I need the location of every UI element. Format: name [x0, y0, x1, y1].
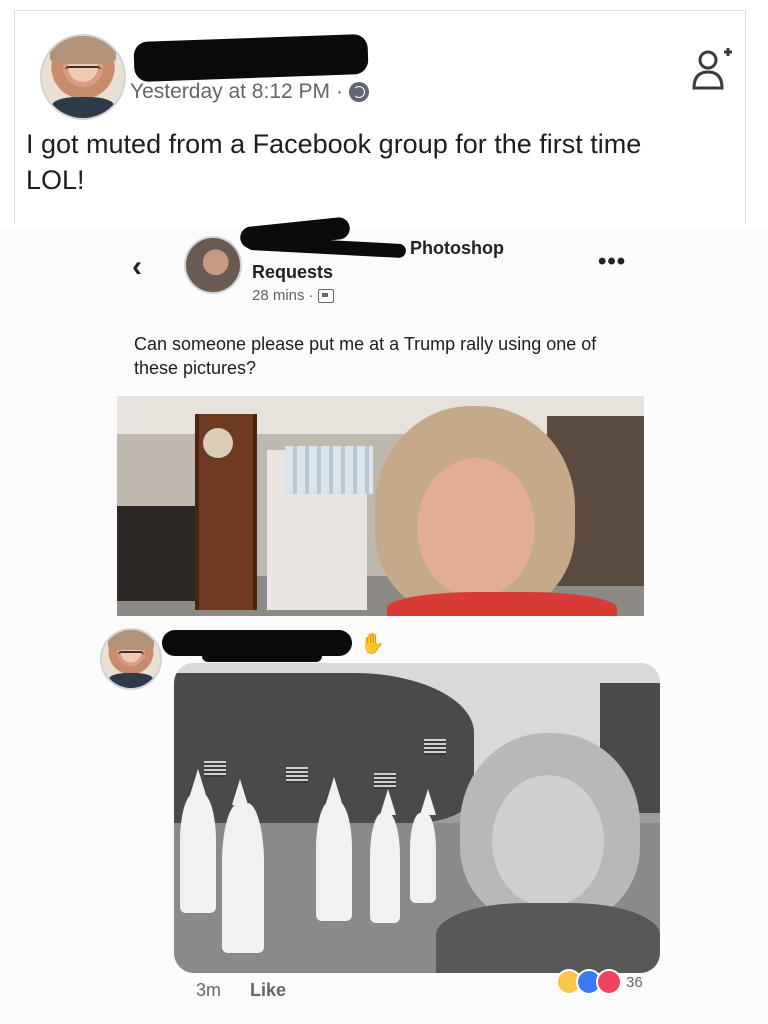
- photo-clock-face: [203, 428, 233, 458]
- edited-rally-photo[interactable]: [174, 663, 660, 973]
- store-selfie-photo[interactable]: [117, 396, 644, 616]
- redacted-commenter-name-2: [202, 650, 322, 662]
- comment-time: 3m: [196, 980, 222, 1000]
- group-icon: [317, 288, 334, 303]
- outer-post-text: I got muted from a Facebook group for th…: [26, 129, 642, 195]
- avatar-shirt: [51, 96, 115, 118]
- photo-woman-shirt: [387, 592, 617, 616]
- outer-post-meta: Yesterday at 8:12 PM ·: [130, 80, 370, 104]
- photo-woman-shirt: [436, 903, 660, 973]
- love-reaction-icon: [596, 969, 622, 995]
- chevron-left-icon[interactable]: ‹: [132, 250, 142, 284]
- meta-separator: ·: [308, 287, 314, 304]
- comment-avatar[interactable]: [100, 628, 162, 690]
- group-post-text: Can someone please put me at a Trump ral…: [134, 334, 597, 378]
- photo-marcher: [370, 789, 400, 923]
- photo-flag: [374, 773, 396, 789]
- photo-flag: [424, 739, 446, 755]
- group-post-avatar[interactable]: [184, 236, 242, 294]
- photo-marcher: [410, 789, 436, 903]
- photo-marcher: [222, 779, 264, 953]
- photo-marcher: [316, 777, 352, 921]
- avatar-glasses: [64, 65, 102, 78]
- comment-avatar-wrap: [100, 628, 162, 690]
- avatar-hair: [107, 630, 155, 650]
- photo-woman-face: [492, 775, 604, 907]
- meta-separator: ·: [336, 80, 344, 103]
- group-subtitle[interactable]: Requests: [252, 262, 333, 283]
- globe-icon: [349, 82, 370, 102]
- comment-like-button[interactable]: Like: [250, 980, 286, 1001]
- avatar-shirt: [108, 672, 154, 688]
- photo-boxes: [285, 446, 373, 494]
- photo-flag: [286, 767, 308, 783]
- photo-marcher: [180, 769, 216, 913]
- reaction-summary[interactable]: 36: [556, 969, 643, 995]
- avatar-glasses: [118, 650, 144, 660]
- reaction-count: 36: [626, 973, 643, 991]
- photo-flag: [204, 761, 226, 777]
- group-post-meta: 28 mins ·: [252, 287, 334, 304]
- outer-post-avatar[interactable]: [40, 34, 126, 120]
- more-icon[interactable]: •••: [598, 248, 626, 276]
- redacted-author-name: [133, 33, 369, 83]
- add-friend-icon[interactable]: [692, 42, 732, 90]
- group-post-time[interactable]: 28 mins: [252, 287, 305, 304]
- wave-icon[interactable]: ✋: [360, 631, 385, 656]
- avatar-hair: [50, 36, 116, 64]
- photo-woman-face: [417, 458, 535, 598]
- group-name[interactable]: Photoshop: [410, 238, 504, 259]
- outer-post-timestamp[interactable]: Yesterday at 8:12 PM: [130, 80, 330, 104]
